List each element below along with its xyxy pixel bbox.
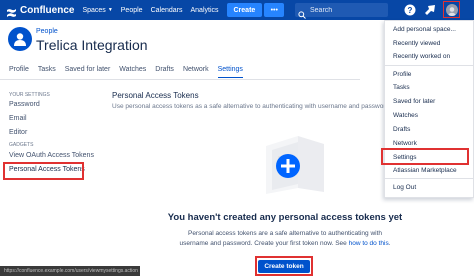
- menu-tasks[interactable]: Tasks: [393, 84, 410, 91]
- create-token-button[interactable]: Create token: [258, 259, 310, 273]
- sidebar-item-editor[interactable]: Editor: [9, 129, 27, 136]
- empty-state-title: You haven't created any personal access …: [167, 212, 403, 223]
- nav-calendars[interactable]: Calendars: [151, 7, 183, 14]
- nav-people[interactable]: People: [121, 7, 143, 14]
- menu-recently-viewed[interactable]: Recently viewed: [393, 40, 440, 47]
- menu-settings-highlight: [381, 148, 469, 165]
- menu-divider: [385, 65, 474, 66]
- tab-saved-for-later[interactable]: Saved for later: [65, 66, 111, 78]
- nav-spaces[interactable]: Spaces ▼: [82, 7, 112, 14]
- sidebar-item-email[interactable]: Email: [9, 115, 27, 122]
- status-bar-url: https://confluence.example.com/users/vie…: [0, 266, 140, 276]
- empty-state-illustration: [258, 128, 333, 203]
- empty-desc-line-2: username and password. Create your first…: [179, 240, 347, 247]
- tab-profile[interactable]: Profile: [9, 66, 29, 78]
- nav-spaces-label: Spaces: [82, 6, 106, 14]
- empty-desc-line-1: Personal access tokens are a safe altern…: [187, 230, 383, 237]
- sidebar-highlight-box: [3, 162, 84, 180]
- menu-network[interactable]: Network: [393, 140, 417, 147]
- search-box[interactable]: [295, 3, 388, 19]
- section-title: Personal Access Tokens: [112, 91, 199, 100]
- empty-state-description: Personal access tokens are a safe altern…: [140, 229, 430, 249]
- help-icon[interactable]: ?: [404, 4, 416, 16]
- menu-add-personal-space[interactable]: Add personal space...: [393, 26, 456, 33]
- user-dropdown-menu: Add personal space... Recently viewed Re…: [384, 20, 474, 198]
- tabs-divider: [0, 79, 360, 80]
- tab-settings[interactable]: Settings: [217, 66, 243, 78]
- tab-network[interactable]: Network: [183, 66, 209, 78]
- menu-saved-for-later[interactable]: Saved for later: [393, 98, 435, 105]
- nav-analytics[interactable]: Analytics: [190, 7, 218, 14]
- top-navigation-bar: Confluence Spaces ▼ People Calendars Ana…: [0, 0, 474, 20]
- empty-desc-end: .: [388, 240, 391, 247]
- search-icon: [298, 6, 306, 19]
- page-title: Trelica Integration: [36, 37, 148, 53]
- section-description: Use personal access tokens as a safe alt…: [112, 103, 391, 110]
- menu-drafts[interactable]: Drafts: [393, 126, 410, 133]
- menu-log-out[interactable]: Log Out: [393, 184, 416, 191]
- sidebar-item-view-oauth-tokens[interactable]: View OAuth Access Tokens: [9, 152, 94, 159]
- menu-recently-worked-on[interactable]: Recently worked on: [393, 53, 450, 60]
- confluence-logo-icon: [6, 5, 17, 17]
- more-options-button[interactable]: •••: [264, 3, 285, 17]
- menu-atlassian-marketplace[interactable]: Atlassian Marketplace: [393, 167, 457, 174]
- tab-watches[interactable]: Watches: [119, 66, 146, 78]
- create-button[interactable]: Create: [226, 3, 263, 17]
- notifications-icon[interactable]: [424, 4, 436, 16]
- search-input[interactable]: [310, 6, 380, 14]
- svg-text:?: ?: [408, 6, 413, 15]
- tab-tasks[interactable]: Tasks: [38, 66, 56, 78]
- gadgets-heading: GADGETS: [9, 142, 34, 148]
- chevron-down-icon: ▼: [107, 7, 113, 13]
- sidebar-item-password[interactable]: Password: [9, 101, 40, 108]
- menu-divider: [385, 178, 474, 179]
- create-token-highlight: Create token: [255, 256, 313, 276]
- menu-profile[interactable]: Profile: [393, 71, 411, 78]
- avatar-highlight[interactable]: [443, 1, 460, 18]
- space-avatar[interactable]: [8, 27, 32, 51]
- confluence-logo[interactable]: Confluence: [6, 4, 75, 17]
- avatar[interactable]: [445, 3, 458, 16]
- breadcrumb[interactable]: People: [36, 28, 58, 35]
- menu-watches[interactable]: Watches: [393, 112, 418, 119]
- app-name: Confluence: [20, 4, 75, 16]
- tab-drafts[interactable]: Drafts: [155, 66, 174, 78]
- profile-tabs: Profile Tasks Saved for later Watches Dr…: [0, 66, 243, 80]
- how-to-link[interactable]: how to do this: [349, 240, 389, 247]
- your-settings-heading: YOUR SETTINGS: [9, 92, 50, 98]
